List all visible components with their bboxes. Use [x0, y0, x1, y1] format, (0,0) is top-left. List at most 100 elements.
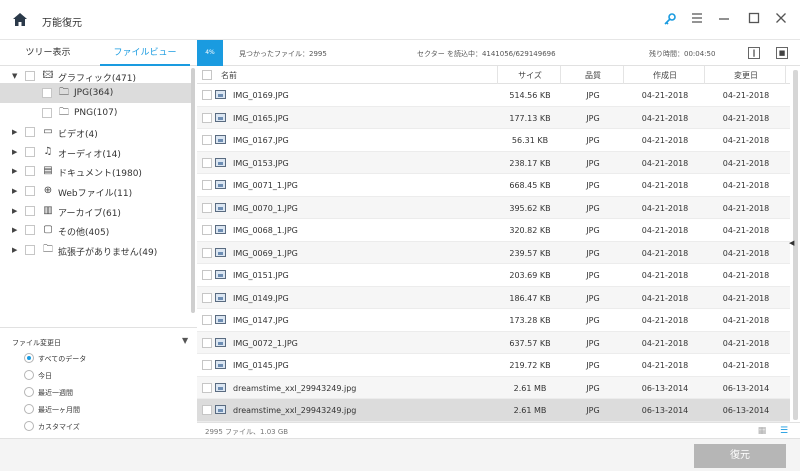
tree-item-audio[interactable]: ▶ ♫ オーディオ(14) [0, 142, 192, 162]
tree-item-label: JPG(364) [74, 88, 114, 98]
tab-file-view[interactable]: ファイルビュー [100, 40, 190, 66]
row-checkbox[interactable] [202, 247, 212, 258]
key-icon[interactable] [662, 12, 678, 28]
file-name: IMG_0068_1.JPG [233, 226, 298, 235]
radio-label: カスタマイズ [38, 423, 80, 431]
checkbox[interactable] [25, 225, 35, 235]
tree-item-no-extension[interactable]: ▶ 🗀 拡張子がありません(49) [0, 240, 192, 260]
tree-item-documents[interactable]: ▶ ▤ ドキュメント(1980) [0, 161, 192, 181]
file-size: 177.13 KB [509, 113, 551, 123]
column-size[interactable]: サイズ [499, 70, 561, 81]
radio-all-data[interactable] [24, 353, 34, 363]
file-created: 06-13-2014 [641, 383, 689, 393]
row-checkbox[interactable] [202, 405, 212, 415]
chevron-right-icon[interactable]: ▶ [12, 207, 20, 215]
column-name[interactable]: 名前 [221, 70, 237, 81]
table-row[interactable]: IMG_0151.JPG 203.69 KB JPG 04-21-2018 04-21-… [197, 264, 790, 287]
radio-label: 今日 [38, 372, 52, 380]
row-checkbox[interactable] [202, 180, 212, 190]
table-row[interactable]: IMG_0070_1.JPG 395.62 KB JPG 04-21-2018 04-2… [197, 196, 790, 219]
radio-last-month[interactable] [24, 404, 34, 414]
checkbox[interactable] [25, 127, 35, 137]
file-modified: 04-21-2018 [722, 203, 770, 213]
row-checkbox[interactable] [202, 135, 212, 145]
checkbox[interactable] [25, 166, 35, 176]
tree-item-png[interactable]: 🗀 PNG(107) [0, 103, 192, 123]
chevron-down-icon[interactable]: ▼ [182, 336, 188, 345]
pause-button[interactable]: ‖ [748, 47, 760, 59]
table-row[interactable]: IMG_0153.JPG 238.17 KB JPG 04-21-2018 04-21-… [197, 151, 790, 174]
column-quality[interactable]: 品質 [562, 70, 624, 81]
table-row[interactable]: IMG_0167.JPG 56.31 KB JPG 04-21-2018 04-21-2… [197, 129, 790, 152]
tree-item-web-files[interactable]: ▶ ⊕ Webファイル(11) [0, 181, 192, 201]
tree-item-archives[interactable]: ▶ ▥ アーカイブ(61) [0, 201, 192, 221]
column-modified[interactable]: 変更日 [706, 70, 786, 81]
table-row[interactable]: dreamstime_xxl_29943249.jpg 2.61 MB JPG 06-… [197, 399, 790, 422]
stop-button[interactable]: ■ [776, 47, 788, 59]
table-row[interactable]: IMG_0149.JPG 186.47 KB JPG 04-21-2018 04-21-… [197, 286, 790, 309]
tree-item-jpg[interactable]: 🗀 JPG(364) [0, 83, 192, 103]
row-checkbox[interactable] [202, 225, 212, 235]
file-quality: JPG [586, 316, 600, 325]
chevron-right-icon[interactable]: ▶ [12, 246, 20, 254]
image-file-icon [215, 180, 226, 189]
tree-scrollbar[interactable] [191, 68, 195, 313]
minimize-icon[interactable] [716, 12, 732, 28]
checkbox[interactable] [42, 108, 52, 118]
checkbox[interactable] [25, 206, 35, 216]
column-created[interactable]: 作成日 [625, 70, 705, 81]
table-row[interactable]: IMG_0071_1.JPG 668.45 KB JPG 04-21-2018 04-2… [197, 174, 790, 197]
row-checkbox[interactable] [202, 202, 212, 213]
menu-icon[interactable] [689, 12, 705, 28]
grid-view-icon[interactable]: ▦ [757, 426, 767, 436]
table-row[interactable]: IMG_0169.JPG 514.56 KB JPG 04-21-2018 04-21-… [197, 84, 790, 107]
checkbox[interactable] [42, 88, 52, 98]
list-view-icon[interactable]: ☰ [779, 426, 789, 436]
chevron-right-icon[interactable]: ▶ [12, 128, 20, 136]
chevron-right-icon[interactable]: ▶ [12, 167, 20, 175]
chevron-right-icon[interactable]: ▶ [12, 187, 20, 195]
column-divider [704, 66, 705, 84]
table-row[interactable]: IMG_0068_1.JPG 320.82 KB JPG 04-21-2018 04-2… [197, 219, 790, 242]
collapse-preview-icon[interactable]: ◀ [789, 239, 794, 247]
file-modified: 04-21-2018 [722, 361, 770, 370]
select-all-checkbox[interactable] [202, 70, 212, 80]
checkbox[interactable] [25, 245, 35, 255]
row-checkbox[interactable] [202, 337, 212, 348]
tree-item-others[interactable]: ▶ ▢ その他(405) [0, 220, 192, 240]
row-checkbox[interactable] [202, 360, 212, 370]
row-checkbox[interactable] [202, 315, 212, 325]
table-row[interactable]: dreamstime_xxl_29943249.jpg 2.61 MB JPG 06-… [197, 376, 790, 399]
table-row[interactable]: IMG_0145.JPG 219.72 KB JPG 04-21-2018 04-21-… [197, 354, 790, 377]
table-row[interactable]: IMG_0165.JPG 177.13 KB JPG 04-21-2018 04-21-… [197, 106, 790, 129]
table-row[interactable]: IMG_0069_1.JPG 239.57 KB JPG 04-21-2018 04-2… [197, 241, 790, 264]
row-checkbox[interactable] [202, 90, 212, 100]
row-checkbox[interactable] [202, 157, 212, 168]
file-quality: JPG [586, 361, 600, 370]
file-created: 04-21-2018 [641, 248, 689, 258]
chevron-right-icon[interactable]: ▶ [12, 148, 20, 156]
file-size: 186.47 KB [509, 293, 551, 303]
checkbox[interactable] [25, 186, 35, 196]
radio-customize[interactable] [24, 421, 34, 431]
row-checkbox[interactable] [202, 112, 212, 123]
home-icon[interactable] [12, 12, 28, 28]
radio-today[interactable] [24, 370, 34, 380]
table-row[interactable]: IMG_0147.JPG 173.28 KB JPG 04-21-2018 04-21-… [197, 309, 790, 332]
chevron-right-icon[interactable]: ▶ [12, 226, 20, 234]
image-file-icon [215, 270, 226, 279]
tree-item-video[interactable]: ▶ ▭ ビデオ(4) [0, 122, 192, 142]
app-title: 万能復元 [42, 18, 82, 29]
row-checkbox[interactable] [202, 270, 212, 280]
table-row[interactable]: IMG_0072_1.JPG 637.57 KB JPG 04-21-2018 04-2… [197, 331, 790, 354]
tab-tree-view[interactable]: ツリー表示 [8, 40, 88, 66]
checkbox[interactable] [25, 147, 35, 157]
close-icon[interactable] [773, 12, 789, 28]
maximize-icon[interactable] [746, 12, 762, 28]
row-checkbox[interactable] [202, 292, 212, 303]
row-checkbox[interactable] [202, 382, 212, 393]
chevron-down-icon[interactable]: ▼ [12, 72, 20, 80]
radio-last-week[interactable] [24, 387, 34, 397]
checkbox[interactable] [25, 71, 35, 81]
recover-button[interactable]: 復元 [694, 444, 786, 468]
